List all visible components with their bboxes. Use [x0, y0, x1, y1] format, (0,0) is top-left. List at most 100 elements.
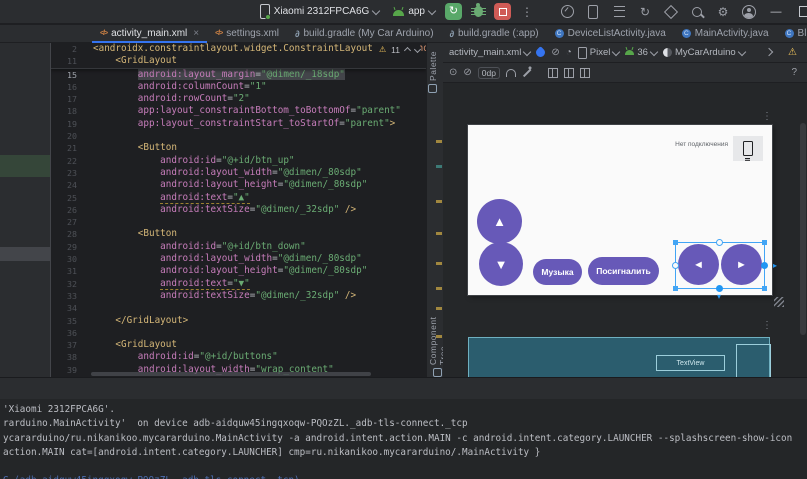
- line-number[interactable]: 35: [51, 315, 77, 327]
- design-scrollbar[interactable]: [800, 123, 806, 335]
- theme-menu[interactable]: MyCarArduino: [663, 47, 745, 58]
- select-mode-icon[interactable]: ⊘: [463, 67, 471, 78]
- tab-devicelistactivity-java[interactable]: CDeviceListActivity.java: [547, 25, 674, 42]
- line-number[interactable]: 29: [51, 241, 77, 253]
- tab-bluetoothser[interactable]: CBluetoothSer: [777, 25, 807, 42]
- code-line[interactable]: 35 </GridLayout>: [51, 315, 426, 327]
- blueprint-canvas[interactable]: TextView: [468, 337, 770, 377]
- line-number[interactable]: 26: [51, 204, 77, 216]
- line-number[interactable]: 32: [51, 278, 77, 290]
- line-number[interactable]: 30: [51, 253, 77, 265]
- preview-btn-music[interactable]: Музыка: [533, 259, 582, 285]
- align-icon[interactable]: [580, 68, 590, 78]
- line-number[interactable]: 37: [51, 339, 77, 351]
- pack-icon[interactable]: [564, 68, 574, 78]
- palette-tab[interactable]: Palette: [428, 51, 438, 93]
- selection-handle[interactable]: [673, 286, 678, 291]
- code-line[interactable]: 31 android:layout_height="@dimen/_80sdp": [51, 265, 426, 277]
- line-number[interactable]: 15: [51, 69, 77, 81]
- selection-rectangle[interactable]: ▸ ▾: [675, 242, 765, 289]
- device-menu[interactable]: Pixel: [578, 47, 620, 59]
- constraint-anchor-bottom[interactable]: [716, 285, 723, 292]
- line-number[interactable]: 36: [51, 327, 77, 339]
- blueprint-menu-icon[interactable]: ⋮: [762, 324, 772, 328]
- connection-indicator-box[interactable]: [733, 136, 763, 161]
- default-margins-selector[interactable]: 0dp: [478, 67, 500, 79]
- line-number[interactable]: 27: [51, 216, 77, 228]
- run-configuration-selector[interactable]: app: [389, 4, 439, 19]
- search-everywhere-button[interactable]: [687, 2, 707, 22]
- chevron-right-icon[interactable]: [765, 47, 773, 55]
- blueprint-connection-box[interactable]: [736, 344, 771, 377]
- close-tab-icon[interactable]: ×: [193, 28, 199, 39]
- code-line[interactable]: 38 android:id="@+id/buttons": [51, 351, 426, 363]
- tab-build-gradle-my-car-arduino[interactable]: ∂build.gradle (My Car Arduino): [287, 25, 442, 42]
- line-number[interactable]: 20: [51, 130, 77, 142]
- code-line[interactable]: 32 android:text="▼": [51, 278, 426, 290]
- design-surface[interactable]: ⋮ Нет подключения ▲ ▼ Музыка Посигналить…: [443, 83, 807, 377]
- code-line[interactable]: 11 <GridLayout: [51, 55, 426, 67]
- help-icon[interactable]: ?: [791, 67, 797, 78]
- code-line[interactable]: 20: [51, 130, 426, 142]
- canvas-resize-handle[interactable]: [774, 297, 784, 307]
- preview-btn-horn[interactable]: Посигналить: [588, 257, 659, 285]
- project-tool-strip[interactable]: [0, 43, 51, 377]
- code-line[interactable]: 23 android:layout_width="@dimen/_80sdp": [51, 167, 426, 179]
- code-line[interactable]: 36: [51, 327, 426, 339]
- debug-button[interactable]: [468, 2, 488, 22]
- code-line[interactable]: 37 <GridLayout: [51, 339, 426, 351]
- line-number[interactable]: 25: [51, 192, 77, 204]
- line-number[interactable]: 28: [51, 228, 77, 240]
- code-editor[interactable]: ⚠ 11 2<androidx.constraintlayout.widget.…: [51, 43, 426, 377]
- settings-button[interactable]: ⚙: [713, 2, 733, 22]
- code-line[interactable]: 18 app:layout_constraintBottom_toBottomO…: [51, 105, 426, 117]
- code-line[interactable]: 19 app:layout_constraintStart_toStartOf=…: [51, 118, 426, 130]
- line-number[interactable]: 17: [51, 93, 77, 105]
- profiler-button[interactable]: [557, 2, 577, 22]
- code-line[interactable]: 2<androidx.constraintlayout.widget.Const…: [51, 43, 426, 55]
- view-options-icon[interactable]: ⊙: [449, 67, 457, 78]
- maximize-button[interactable]: [793, 2, 807, 22]
- code-line[interactable]: 22 android:id="@+id/btn_up": [51, 155, 426, 167]
- design-surface-icon[interactable]: [534, 46, 547, 59]
- previous-issue-icon[interactable]: [404, 47, 411, 54]
- selection-handle[interactable]: [762, 240, 767, 245]
- line-number[interactable]: 18: [51, 105, 77, 117]
- logcat-button[interactable]: [609, 2, 629, 22]
- line-number[interactable]: 16: [51, 81, 77, 93]
- design-warning-icon[interactable]: ⚠: [788, 47, 797, 58]
- inspection-widget[interactable]: ⚠ 11: [375, 43, 420, 56]
- night-mode-icon[interactable]: ◔: [566, 47, 572, 58]
- run-console[interactable]: 'Xiaomi 2312FPCA6G'.rarduino.MainActivit…: [0, 399, 807, 479]
- minimize-button[interactable]: —: [765, 2, 787, 22]
- constraint-anchor-left[interactable]: [672, 262, 679, 269]
- code-line[interactable]: 24 android:layout_height="@dimen/_80sdp": [51, 179, 426, 191]
- line-number[interactable]: 31: [51, 265, 77, 277]
- tab-settings-xml[interactable]: </>settings.xml: [207, 25, 287, 42]
- code-line[interactable]: 34: [51, 302, 426, 314]
- line-number[interactable]: 38: [51, 351, 77, 363]
- orientation-icon[interactable]: ⊘: [551, 47, 559, 58]
- line-number[interactable]: 22: [51, 155, 77, 167]
- api-level-menu[interactable]: 36: [625, 47, 657, 58]
- rerun-button[interactable]: ↻: [445, 3, 462, 20]
- stop-button[interactable]: [494, 3, 511, 20]
- preview-btn-down[interactable]: ▼: [479, 242, 523, 286]
- tab-build-gradle-app[interactable]: ∂build.gradle (:app): [442, 25, 547, 42]
- code-line[interactable]: 15 android:layout_margin="@dimen/_18sdp": [51, 69, 426, 81]
- line-number[interactable]: 23: [51, 167, 77, 179]
- line-number[interactable]: 11: [51, 55, 77, 67]
- code-line[interactable]: 25 android:text="▲": [51, 192, 426, 204]
- code-line[interactable]: 21 <Button: [51, 142, 426, 154]
- design-canvas[interactable]: Нет подключения ▲ ▼ Музыка Посигналить ◄…: [468, 125, 772, 295]
- code-line[interactable]: 26 android:textSize="@dimen/_32sdp" />: [51, 204, 426, 216]
- code-line[interactable]: 33 android:textSize="@dimen/_32sdp" />: [51, 290, 426, 302]
- infer-constraints-icon[interactable]: [523, 68, 531, 76]
- account-button[interactable]: [739, 2, 759, 22]
- tab-activity-main-xml[interactable]: </>activity_main.xml×: [92, 25, 207, 42]
- horizontal-scrollbar[interactable]: [91, 372, 371, 376]
- clear-constraints-icon[interactable]: [548, 68, 558, 78]
- device-selector[interactable]: Xiaomi 2312FPCA6G: [256, 2, 384, 21]
- gradle-sync-button[interactable]: ↻: [635, 2, 655, 22]
- selection-handle[interactable]: [673, 240, 678, 245]
